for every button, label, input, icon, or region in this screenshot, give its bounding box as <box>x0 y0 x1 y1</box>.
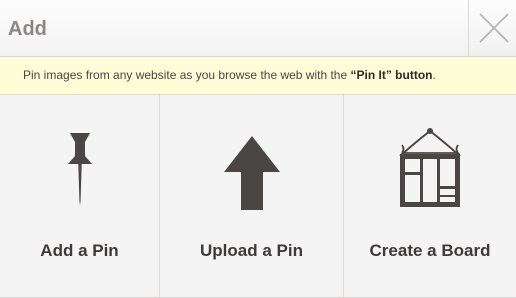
notice-text-end: . <box>432 68 436 82</box>
close-icon <box>479 13 509 43</box>
create-a-board-label: Create a Board <box>369 241 491 260</box>
add-a-pin-label: Add a Pin <box>40 241 119 260</box>
pin-it-button-name: “Pin It” button <box>350 68 433 82</box>
dialog-title: Add <box>8 18 47 40</box>
create-a-board-option[interactable]: Create a Board <box>343 95 516 297</box>
close-button[interactable] <box>468 0 516 56</box>
board-icon <box>399 128 461 207</box>
add-options: Add a Pin Upload a Pin Create a Board <box>0 95 516 297</box>
add-dialog: Add Pin images from any website as you b… <box>0 0 516 298</box>
add-a-pin-option[interactable]: Add a Pin <box>0 95 159 297</box>
notice-text: Pin images from any website as you brows… <box>23 68 351 82</box>
dialog-header: Add <box>0 0 516 57</box>
upload-a-pin-label: Upload a Pin <box>200 241 303 260</box>
upload-a-pin-option[interactable]: Upload a Pin <box>159 95 343 297</box>
upload-arrow-icon <box>223 136 280 210</box>
pushpin-icon <box>67 133 92 206</box>
pin-it-notice: Pin images from any website as you brows… <box>0 57 516 95</box>
